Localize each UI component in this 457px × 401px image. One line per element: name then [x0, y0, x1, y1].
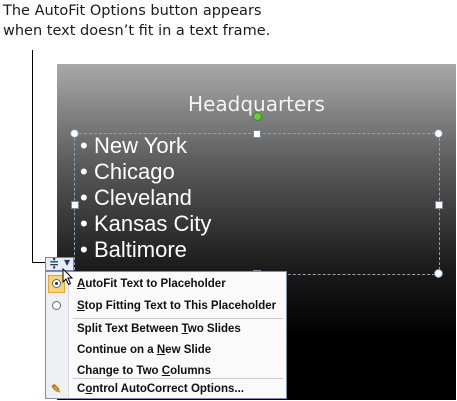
menu-item-continue-new-slide[interactable]: Continue on a New Slide	[46, 340, 286, 362]
bullet-item: • Baltimore	[80, 237, 187, 262]
menu-item-label: Continue on a New Slide	[77, 344, 212, 356]
resize-handle-left[interactable]	[71, 201, 79, 209]
chevron-down-icon: ▼	[64, 258, 71, 267]
menu-item-split-text[interactable]: Split Text Between Two Slides	[46, 319, 286, 341]
bullet-item: • New York	[80, 133, 187, 158]
mouse-pointer-icon	[62, 268, 74, 286]
autofit-options-menu: AutoFit Text to Placeholder Stop Fitting…	[45, 271, 287, 399]
resize-handle-top[interactable]	[253, 130, 261, 138]
callout-line	[32, 50, 33, 263]
menu-item-stop-fitting[interactable]: Stop Fitting Text to This Placeholder	[46, 296, 286, 318]
caption-line-2: when text doesn’t fit in a text frame.	[3, 23, 271, 39]
menu-item-label: Change to Two Columns	[77, 365, 211, 377]
menu-item-label: Split Text Between Two Slides	[77, 323, 241, 335]
menu-item-label: Stop Fitting Text to This Placeholder	[77, 300, 277, 312]
bullet-item: • Kansas City	[80, 211, 212, 236]
bullet-item: • Cleveland	[80, 185, 192, 210]
radio-selected-icon	[52, 279, 61, 288]
resize-handle-bottom-right[interactable]	[434, 269, 443, 278]
resize-handle-top-right[interactable]	[434, 129, 443, 138]
caption-line-1: The AutoFit Options button appears	[3, 3, 262, 19]
autocorrect-icon: ✎	[51, 382, 62, 396]
radio-icon	[52, 301, 61, 310]
menu-item-autofit-text[interactable]: AutoFit Text to Placeholder	[46, 274, 286, 296]
bullet-list[interactable]: • New York • Chicago • Cleveland • Kansas Ci…	[80, 133, 211, 263]
menu-item-label: AutoFit Text to Placeholder	[77, 278, 226, 290]
menu-item-label: Control AutoCorrect Options...	[77, 383, 244, 395]
menu-item-autocorrect-options[interactable]: ✎ Control AutoCorrect Options...	[46, 379, 286, 401]
caption: The AutoFit Options button appears when …	[3, 1, 270, 41]
bullet-item: • Chicago	[80, 159, 175, 184]
resize-handle-top-left[interactable]	[70, 129, 79, 138]
autofit-icon: ≑	[49, 256, 60, 270]
callout-line-end	[32, 262, 46, 263]
resize-handle-right[interactable]	[435, 201, 443, 209]
rotation-handle[interactable]	[253, 112, 262, 121]
